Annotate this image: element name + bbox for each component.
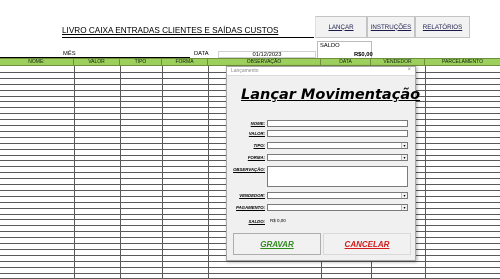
lancamento-dialog: Lançamento × Lançar Movimentação NOME: V… [226, 66, 420, 261]
grid-column-line [120, 66, 121, 279]
column-header-tipo: TIPO [120, 59, 162, 66]
dialog-window-title: Lançamento [231, 68, 259, 74]
tipo-select[interactable]: ▾ [267, 142, 408, 149]
gravar-button[interactable]: GRAVAR [233, 233, 321, 255]
instrucoes-button[interactable]: INSTRUÇÕES [367, 16, 415, 38]
column-header-vendedor: VENDEDOR [371, 59, 425, 66]
date-field[interactable]: 01/12/2023 [218, 51, 316, 58]
pagamento-label: PAGAMENTO: [236, 205, 265, 210]
saldo-field-label: SALDO: [248, 219, 265, 224]
column-header-parcelamento: PARCELAMENTO [442, 59, 483, 65]
grid-column-line [208, 66, 209, 279]
saldo-box: SALDO R$0,00 [317, 41, 373, 59]
vendedor-select[interactable]: ▾ [267, 192, 408, 199]
lancar-button[interactable]: LANÇAR [315, 16, 367, 38]
vendedor-label: VENDEDOR: [239, 193, 265, 198]
close-icon[interactable]: × [407, 67, 411, 73]
tipo-label: TIPO: [253, 143, 265, 148]
chevron-down-icon[interactable]: ▾ [401, 205, 407, 210]
chevron-down-icon[interactable]: ▾ [401, 155, 407, 160]
column-header-bar: NOME: VALOR TIPO FORMA OBSERVAÇÃO DATA V… [0, 58, 500, 66]
dialog-heading: Lançar Movimentação [241, 87, 421, 103]
valor-input[interactable] [267, 130, 408, 137]
chevron-down-icon[interactable]: ▾ [401, 193, 407, 198]
saldo-label: SALDO [320, 43, 340, 49]
grid-column-line [74, 66, 75, 279]
grid-column-line [425, 66, 426, 279]
column-header-observacao: OBSERVAÇÃO [208, 59, 321, 66]
forma-label: FORMA: [247, 155, 265, 160]
column-header-nome: NOME: [0, 59, 74, 66]
nome-input[interactable] [267, 120, 408, 127]
column-header-data: DATA [321, 59, 371, 66]
relatorios-button[interactable]: RELATÓRIOS [415, 16, 470, 38]
column-header-forma: FORMA [162, 59, 208, 66]
cancelar-button[interactable]: CANCELAR [323, 233, 411, 255]
title-underline [62, 37, 314, 38]
forma-select[interactable]: ▾ [267, 154, 408, 161]
observacao-label: OBSERVAÇÃO: [233, 167, 265, 172]
data-label: DATA [194, 51, 209, 57]
nome-label: NOME: [250, 121, 265, 126]
sheet-title: LIVRO CAIXA ENTRADAS CLIENTES E SAÍDAS C… [62, 26, 279, 35]
column-header-valor: VALOR [74, 59, 120, 66]
pagamento-select[interactable]: ▾ [267, 204, 408, 211]
saldo-field-value: R$ 0,00 [270, 218, 286, 223]
chevron-down-icon[interactable]: ▾ [401, 143, 407, 148]
observacao-textarea[interactable] [267, 166, 408, 187]
dialog-titlebar: Lançamento × [227, 67, 415, 76]
grid-column-line [162, 66, 163, 279]
valor-label: VALOR: [248, 131, 265, 136]
